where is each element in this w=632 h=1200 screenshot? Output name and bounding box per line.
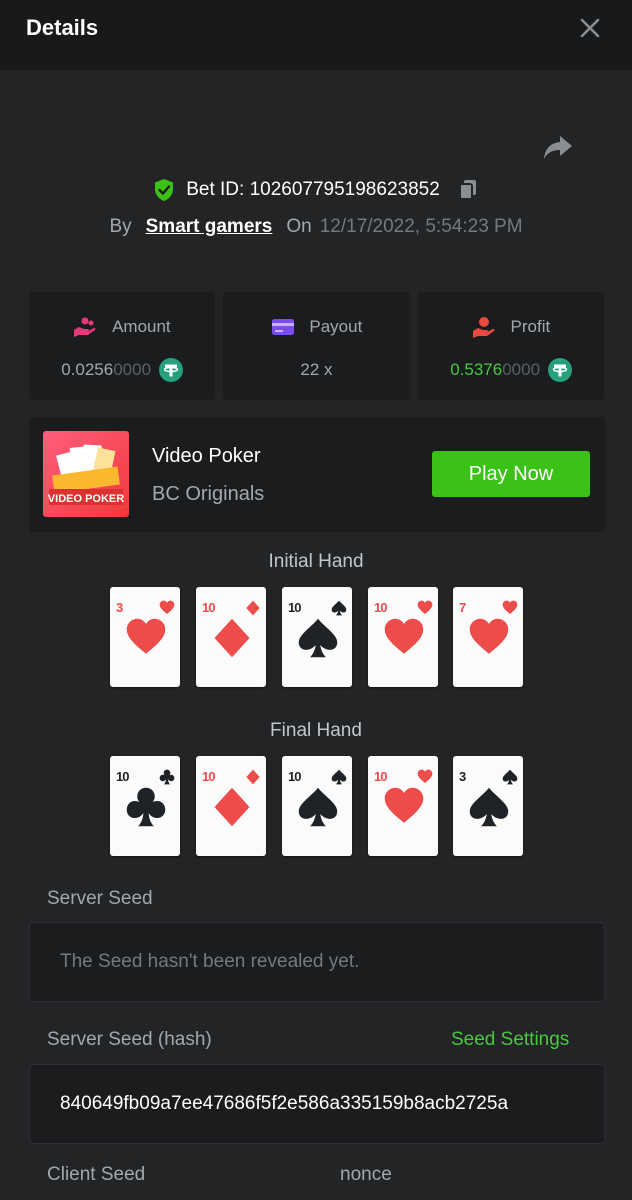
profit-label: Profit	[510, 316, 551, 336]
payout-stat: Payout 22 x	[223, 292, 410, 400]
playing-card: 10	[196, 756, 266, 856]
hearts-suit-icon	[384, 618, 424, 654]
server-seed-label: Server Seed	[47, 888, 153, 909]
close-icon[interactable]	[578, 16, 602, 40]
diamonds-suit-icon	[246, 769, 260, 785]
modal-title: Details	[26, 15, 99, 40]
playing-card: 10	[196, 587, 266, 687]
card-rank: 10	[374, 769, 388, 784]
spades-suit-icon	[331, 600, 347, 616]
spades-suit-icon	[298, 618, 338, 658]
card-rank: 7	[459, 600, 466, 615]
playing-card: 3	[453, 756, 523, 856]
spades-suit-icon	[469, 787, 509, 827]
clubs-suit-icon	[159, 769, 175, 785]
hearts-suit-icon	[417, 769, 433, 783]
hearts-suit-icon	[469, 618, 509, 654]
card-rank: 10	[288, 600, 302, 615]
bet-id: Bet ID: 102607795198623852	[186, 179, 440, 200]
hand-coins-icon	[74, 317, 96, 337]
final-hand: 10 10 10 10 3	[0, 756, 632, 856]
card-rank: 10	[288, 769, 302, 784]
card-rank: 3	[459, 769, 466, 784]
playing-card: 10	[282, 756, 352, 856]
play-now-button[interactable]: Play Now	[432, 451, 590, 497]
server-seed-hash-box[interactable]: 840649fb09a7ee47686f5f2e586a335159b8acb2…	[29, 1064, 605, 1144]
card-rank: 3	[116, 600, 123, 615]
initial-hand: 3 10 10 10 7	[0, 587, 632, 687]
profit-stat: Profit 0.53760000	[418, 292, 604, 400]
bet-meta-row: By Smart gamers On 12/17/2022, 5:54:23 PM	[0, 212, 632, 242]
amount-stat: Amount 0.02560000	[29, 292, 215, 400]
hearts-suit-icon	[417, 600, 433, 614]
server-seed-hash-label: Server Seed (hash)	[47, 1029, 212, 1050]
playing-card: 3	[110, 587, 180, 687]
game-name: Video Poker	[152, 445, 261, 467]
amount-value: 0.02560000	[61, 359, 152, 379]
diamonds-suit-icon	[214, 618, 250, 658]
card-rank: 10	[202, 600, 216, 615]
profit-value: 0.53760000	[450, 359, 541, 379]
playing-card: 10	[282, 587, 352, 687]
spades-suit-icon	[331, 769, 347, 785]
verified-shield-icon	[154, 179, 173, 201]
payout-value: 22 x	[300, 359, 333, 379]
server-seed-value: The Seed hasn't been revealed yet.	[60, 951, 360, 972]
playing-card: 10	[110, 756, 180, 856]
bet-id-row: Bet ID: 102607795198623852	[0, 175, 632, 205]
card-rank: 10	[116, 769, 130, 784]
clubs-suit-icon	[126, 787, 166, 827]
svg-text:VIDEO POKER: VIDEO POKER	[48, 493, 124, 505]
game-provider: BC Originals	[152, 483, 265, 505]
modal-header: Details	[0, 0, 632, 70]
final-hand-title: Final Hand	[270, 720, 362, 741]
payout-label: Payout	[309, 316, 363, 336]
game-card: VIDEO POKER Video Poker BC Originals Pla…	[29, 417, 605, 532]
user-link[interactable]: Smart gamers	[146, 212, 273, 242]
initial-hand-title: Initial Hand	[268, 551, 364, 572]
spades-suit-icon	[298, 787, 338, 827]
playing-card: 7	[453, 587, 523, 687]
on-label: On	[286, 216, 312, 237]
hearts-suit-icon	[502, 600, 518, 614]
copy-icon[interactable]	[457, 178, 479, 202]
hearts-suit-icon	[384, 787, 424, 823]
nonce-label: nonce	[340, 1164, 392, 1185]
seed-settings-link[interactable]: Seed Settings	[451, 1027, 569, 1053]
diamonds-suit-icon	[214, 787, 250, 827]
hearts-suit-icon	[159, 600, 175, 614]
hearts-suit-icon	[126, 618, 166, 654]
playing-card: 10	[368, 756, 438, 856]
card-rank: 10	[374, 600, 388, 615]
game-thumbnail[interactable]: VIDEO POKER	[43, 431, 129, 517]
server-seed-box: The Seed hasn't been revealed yet.	[29, 922, 605, 1002]
card-icon	[271, 318, 294, 335]
spades-suit-icon	[502, 769, 518, 785]
card-rank: 10	[202, 769, 216, 784]
tether-icon	[158, 357, 183, 382]
playing-card: 10	[368, 587, 438, 687]
tether-icon	[547, 357, 572, 382]
by-label: By	[109, 216, 132, 237]
diamonds-suit-icon	[246, 600, 260, 616]
bet-datetime: 12/17/2022, 5:54:23 PM	[319, 216, 523, 237]
server-seed-hash-value: 840649fb09a7ee47686f5f2e586a335159b8acb2…	[60, 1093, 509, 1114]
share-icon[interactable]	[541, 130, 575, 164]
amount-label: Amount	[112, 316, 171, 336]
hand-coin-icon	[472, 316, 495, 338]
client-seed-label: Client Seed	[47, 1164, 146, 1185]
